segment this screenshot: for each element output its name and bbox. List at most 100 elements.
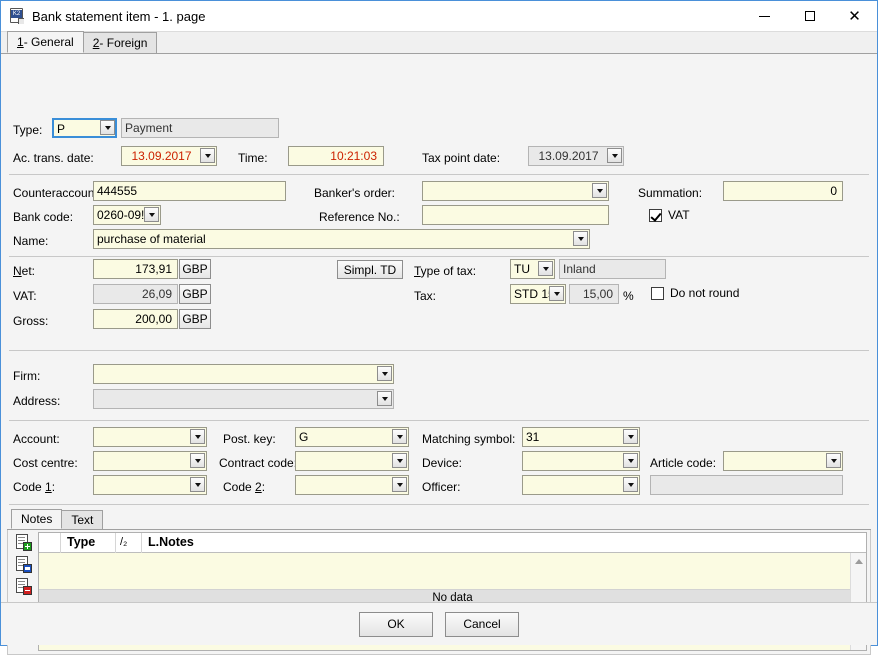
dialog-footer: OK Cancel	[1, 602, 877, 645]
chevron-down-icon[interactable]	[573, 231, 588, 246]
article-code-combo[interactable]	[723, 451, 843, 471]
bankers-order-value	[422, 181, 609, 201]
tax-code-combo[interactable]: STD 15	[510, 284, 566, 304]
ok-button[interactable]: OK	[359, 612, 433, 637]
scroll-up-icon[interactable]	[851, 553, 866, 569]
title-bar: K2 Bank statement item - 1. page ✕	[1, 1, 877, 32]
article-description-field	[650, 475, 843, 495]
type-value: P	[57, 122, 65, 136]
bank-statement-item-window: K2 Bank statement item - 1. page ✕ 1 - G…	[0, 0, 878, 646]
close-button[interactable]: ✕	[832, 1, 877, 31]
chevron-down-icon[interactable]	[392, 429, 407, 444]
chevron-down-icon[interactable]	[623, 429, 638, 444]
reference-no-label: Reference No.:	[319, 210, 400, 224]
chevron-down-icon[interactable]	[377, 391, 392, 406]
chevron-down-icon[interactable]	[377, 366, 392, 381]
bank-code-combo[interactable]: 0260-09!	[93, 205, 161, 225]
officer-combo[interactable]	[522, 475, 640, 495]
chevron-down-icon[interactable]	[826, 453, 841, 468]
tab-general[interactable]: 1 - General	[7, 31, 84, 53]
chevron-down-icon[interactable]	[144, 207, 159, 222]
chevron-down-icon[interactable]	[592, 183, 607, 198]
contract-code-combo[interactable]	[295, 451, 409, 471]
chevron-down-icon[interactable]	[623, 477, 638, 492]
address-combo[interactable]	[93, 389, 394, 409]
divider-4	[9, 420, 869, 421]
chevron-down-icon[interactable]	[392, 477, 407, 492]
type-of-tax-combo[interactable]: TU	[510, 259, 555, 279]
maximize-button[interactable]	[787, 1, 832, 31]
cancel-button[interactable]: Cancel	[445, 612, 519, 637]
firm-value	[93, 364, 394, 384]
code-2-combo[interactable]	[295, 475, 409, 495]
summation-field: 0	[723, 181, 843, 201]
bankers-order-combo[interactable]	[422, 181, 609, 201]
notes-col-sort[interactable]: /₂	[116, 533, 142, 553]
gross-input[interactable]: 200,00	[93, 309, 178, 329]
name-value: purchase of material	[93, 229, 590, 249]
notes-col-type[interactable]: Type	[61, 533, 116, 553]
ac-trans-date-combo[interactable]: 13.09.2017	[121, 146, 217, 166]
name-combo[interactable]: purchase of material	[93, 229, 590, 249]
reference-no-input[interactable]	[422, 205, 609, 225]
time-field[interactable]: 10:21:03	[288, 146, 384, 166]
tab-foreign-label: - Foreign	[99, 36, 147, 50]
post-key-combo[interactable]: G	[295, 427, 409, 447]
matching-symbol-combo[interactable]: 31	[522, 427, 640, 447]
notes-col-lnotes[interactable]: L.Notes	[142, 533, 866, 553]
article-code-label: Article code:	[650, 456, 716, 470]
device-label: Device:	[422, 456, 462, 470]
post-key-label: Post. key:	[223, 432, 276, 446]
tab-foreign[interactable]: 2 - Foreign	[83, 32, 158, 53]
officer-label: Officer:	[422, 480, 460, 494]
chevron-down-icon[interactable]	[190, 429, 205, 444]
tax-point-date-combo[interactable]: 13.09.2017	[528, 146, 624, 166]
simpl-td-button[interactable]: Simpl. TD	[337, 260, 403, 279]
firm-label: Firm:	[13, 369, 40, 383]
chevron-down-icon[interactable]	[549, 286, 564, 301]
code-2-label: Code 2:	[223, 480, 265, 494]
tab-notes[interactable]: Notes	[11, 509, 62, 529]
net-label: Net:	[13, 264, 35, 278]
k2-document-icon: K2	[9, 8, 25, 24]
cost-centre-combo[interactable]	[93, 451, 207, 471]
notes-col-indicator[interactable]	[39, 533, 61, 553]
address-label: Address:	[13, 394, 60, 408]
gross-currency: GBP	[179, 309, 211, 329]
device-combo[interactable]	[522, 451, 640, 471]
type-of-tax-label: Type of tax:	[414, 264, 476, 278]
firm-combo[interactable]	[93, 364, 394, 384]
notes-grid-header: Type /₂ L.Notes	[39, 533, 866, 553]
chevron-down-icon[interactable]	[607, 148, 622, 163]
edit-note-icon[interactable]	[15, 556, 32, 573]
code-1-combo[interactable]	[93, 475, 207, 495]
window-title: Bank statement item - 1. page	[32, 9, 742, 24]
counteraccount-label: Counteraccount:	[13, 186, 101, 200]
code-1-label: Code 1:	[13, 480, 55, 494]
chevron-down-icon[interactable]	[200, 148, 215, 163]
type-combo[interactable]: P	[52, 118, 117, 138]
delete-note-icon[interactable]	[15, 578, 32, 595]
account-label: Account:	[13, 432, 60, 446]
vat-checkbox-label: VAT	[668, 208, 690, 223]
net-currency: GBP	[179, 259, 211, 279]
chevron-down-icon[interactable]	[538, 261, 553, 276]
counteraccount-input[interactable]: 444555	[93, 181, 286, 201]
add-note-icon[interactable]	[15, 534, 32, 551]
ac-trans-date-label: Ac. trans. date:	[13, 151, 94, 165]
account-combo[interactable]	[93, 427, 207, 447]
minimize-button[interactable]	[742, 1, 787, 31]
bankers-order-label: Banker's order:	[314, 186, 395, 200]
tab-text[interactable]: Text	[61, 510, 103, 529]
cost-centre-label: Cost centre:	[13, 456, 78, 470]
net-input[interactable]: 173,91	[93, 259, 178, 279]
chevron-down-icon[interactable]	[623, 453, 638, 468]
divider-5	[9, 504, 869, 505]
chevron-down-icon[interactable]	[190, 453, 205, 468]
chevron-down-icon[interactable]	[190, 477, 205, 492]
divider-3	[9, 350, 869, 351]
chevron-down-icon[interactable]	[100, 120, 115, 135]
bank-code-label: Bank code:	[13, 210, 73, 224]
chevron-down-icon[interactable]	[392, 453, 407, 468]
type-description: Payment	[121, 118, 279, 138]
